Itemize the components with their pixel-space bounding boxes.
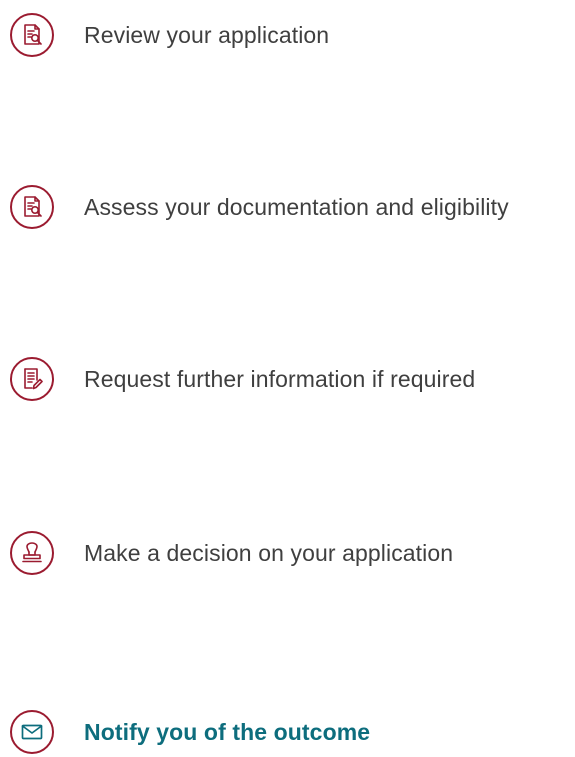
step-request-information: Request further information if required: [10, 354, 475, 404]
step-make-decision: Make a decision on your application: [10, 528, 453, 578]
step-notify-outcome: Notify you of the outcome: [10, 707, 370, 757]
step-label: Request further information if required: [84, 365, 476, 392]
step-label: Assess your documentation and eligibilit…: [84, 193, 509, 220]
step-review-application: Review your application: [10, 10, 329, 60]
document-edit-icon: [10, 357, 54, 401]
step-assess-documentation: Assess your documentation and eligibilit…: [10, 182, 509, 232]
step-label: Notify you of the outcome: [84, 718, 371, 745]
step-label: Make a decision on your application: [84, 539, 454, 566]
step-label: Review your application: [84, 21, 330, 48]
stamp-icon: [10, 531, 54, 575]
document-search-icon: [10, 13, 54, 57]
envelope-icon: [10, 710, 54, 754]
document-search-icon: [10, 185, 54, 229]
